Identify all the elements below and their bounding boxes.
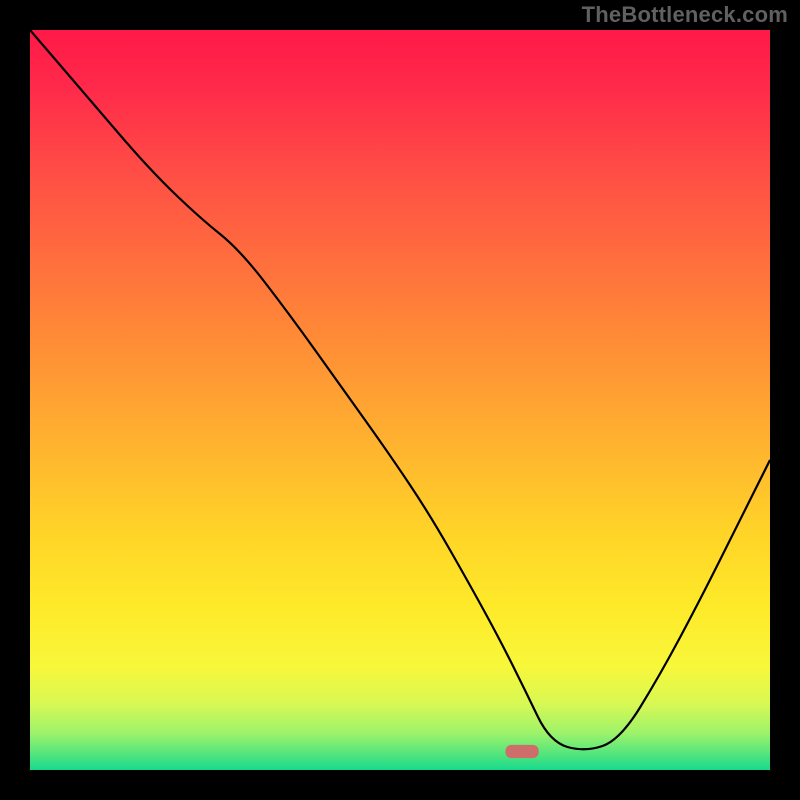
- bottleneck-curve: [30, 30, 770, 749]
- optimal-marker: [505, 745, 538, 758]
- chart-frame: TheBottleneck.com: [0, 0, 800, 800]
- watermark-text: TheBottleneck.com: [582, 2, 788, 28]
- curve-layer: [30, 30, 770, 770]
- plot-area: [30, 30, 770, 770]
